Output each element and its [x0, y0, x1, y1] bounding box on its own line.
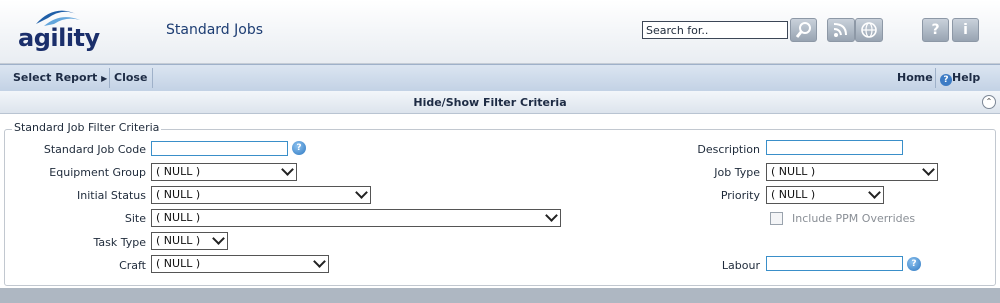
site-value: ( NULL ): [156, 211, 201, 224]
priority-label: Priority: [720, 189, 760, 202]
task-type-value: ( NULL ): [156, 234, 201, 247]
search-input[interactable]: [642, 21, 788, 39]
initial-status-label: Initial Status: [77, 189, 146, 202]
priority-value: ( NULL ): [771, 188, 816, 201]
globe-button[interactable]: [855, 18, 883, 42]
search-icon: [795, 22, 811, 38]
page-title: Standard Jobs: [166, 22, 264, 38]
info-button[interactable]: i: [952, 18, 979, 42]
page-footer: [0, 288, 1000, 303]
chevron-down-icon: [313, 255, 326, 268]
equipment-group-value: ( NULL ): [156, 165, 201, 178]
labour-label: Labour: [721, 259, 760, 272]
standard-job-code-lookup-icon[interactable]: ?: [292, 141, 306, 155]
select-report-menu[interactable]: Select Report ▶: [13, 71, 107, 84]
chevron-down-icon: [868, 186, 881, 199]
logo-text: agility: [18, 24, 100, 52]
chevron-down-icon: [281, 163, 294, 176]
filter-legend: Standard Job Filter Criteria: [12, 121, 162, 134]
rss-button[interactable]: [827, 18, 855, 42]
chevron-down-icon: [212, 232, 225, 245]
home-link[interactable]: Home: [897, 71, 933, 84]
chevron-down-icon: [922, 163, 935, 176]
job-type-select[interactable]: ( NULL ): [766, 163, 938, 181]
filter-panel: Standard Job Filter Criteria Standard Jo…: [0, 114, 1000, 288]
task-type-label: Task Type: [93, 236, 146, 249]
initial-status-value: ( NULL ): [156, 188, 201, 201]
help-link[interactable]: ? Help: [940, 71, 981, 86]
search-button[interactable]: [790, 18, 817, 42]
nav-bar: Select Report ▶ Close Home ? Help: [0, 64, 1000, 92]
agility-logo[interactable]: agility: [14, 2, 104, 60]
nav-divider: [935, 68, 936, 88]
filter-toggle-bar[interactable]: Hide/Show Filter Criteria ⌃: [0, 91, 1000, 114]
caret-right-icon: ▶: [101, 74, 108, 83]
chevron-down-icon: [355, 186, 368, 199]
help-icon: ?: [940, 74, 952, 86]
equipment-group-select[interactable]: ( NULL ): [151, 163, 297, 181]
craft-label: Craft: [119, 259, 146, 272]
site-select[interactable]: ( NULL ): [151, 209, 561, 227]
help-question-button[interactable]: ?: [922, 18, 949, 42]
include-ppm-overrides-label: Include PPM Overrides: [792, 212, 916, 225]
include-ppm-overrides-checkbox[interactable]: [770, 212, 783, 225]
craft-value: ( NULL ): [156, 257, 201, 270]
filter-toggle-label: Hide/Show Filter Criteria: [413, 96, 567, 109]
description-input[interactable]: [766, 140, 903, 155]
rss-icon: [833, 23, 847, 37]
task-type-select[interactable]: ( NULL ): [151, 232, 228, 250]
chevron-down-icon: [545, 209, 558, 222]
equipment-group-label: Equipment Group: [49, 166, 146, 179]
close-link[interactable]: Close: [114, 71, 147, 84]
priority-select[interactable]: ( NULL ): [766, 186, 884, 204]
globe-icon: [861, 22, 877, 38]
collapse-icon[interactable]: ⌃: [982, 95, 996, 109]
standard-job-code-label: Standard Job Code: [43, 143, 146, 156]
initial-status-select[interactable]: ( NULL ): [151, 186, 371, 204]
description-label: Description: [697, 143, 760, 156]
job-type-label: Job Type: [714, 166, 760, 179]
site-label: Site: [124, 212, 146, 225]
labour-lookup-icon[interactable]: ?: [907, 257, 921, 271]
labour-input[interactable]: [766, 256, 903, 271]
nav-divider: [152, 68, 153, 88]
select-report-label: Select Report: [13, 71, 98, 84]
standard-job-code-input[interactable]: [151, 141, 288, 156]
help-label: Help: [952, 71, 981, 84]
info-icon: i: [963, 22, 968, 38]
app-header: agility Standard Jobs ? i: [0, 0, 1000, 64]
job-type-value: ( NULL ): [771, 165, 816, 178]
help-question-icon: ?: [931, 22, 940, 38]
nav-divider: [109, 68, 110, 88]
craft-select[interactable]: ( NULL ): [151, 255, 329, 273]
